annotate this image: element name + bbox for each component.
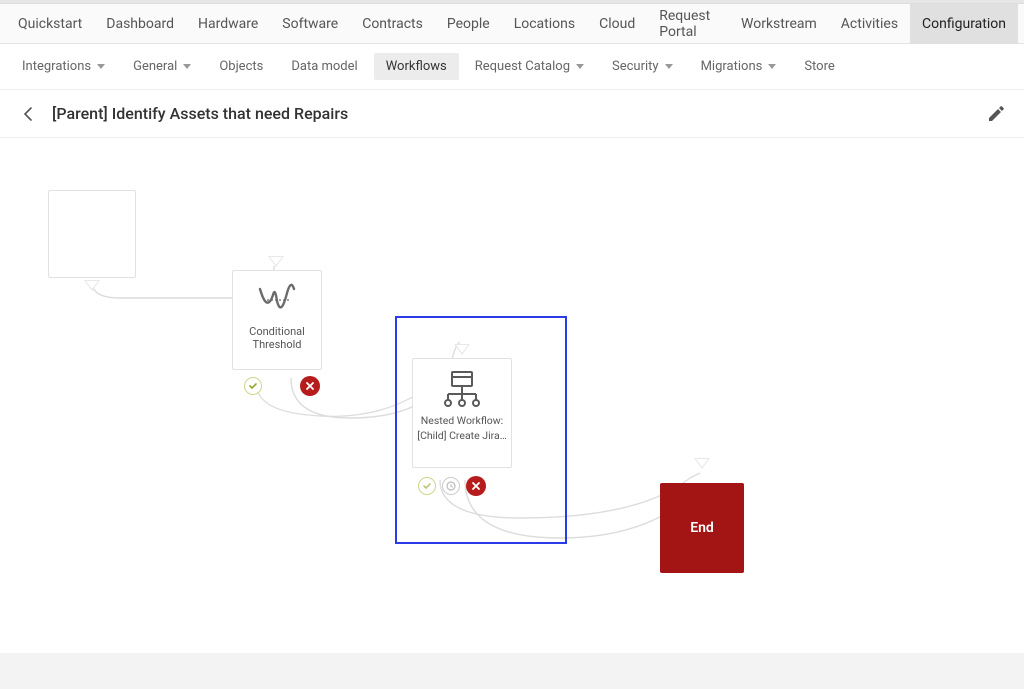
sub-tab-label: Store — [804, 59, 834, 74]
sub-tab-migrations[interactable]: Migrations — [689, 53, 789, 80]
main-tab-hardware[interactable]: Hardware — [186, 4, 270, 44]
threshold-icon — [256, 279, 298, 321]
sub-tab-store[interactable]: Store — [792, 53, 846, 80]
pencil-icon — [987, 105, 1005, 123]
fail-path-icon[interactable] — [300, 376, 320, 396]
connector-icon — [694, 458, 710, 469]
main-tab-cloud[interactable]: Cloud — [587, 4, 647, 44]
chevron-left-icon — [23, 107, 33, 121]
sub-nav: Integrations General Objects Data model Work… — [0, 44, 1024, 90]
title-bar: [Parent] Identify Assets that need Repai… — [0, 90, 1024, 138]
edges-layer — [0, 138, 1024, 633]
connector-icon — [84, 280, 100, 291]
chevron-down-icon — [183, 64, 191, 69]
main-tab-configuration[interactable]: Configuration — [910, 4, 1018, 44]
pending-path-icon[interactable] — [442, 477, 460, 495]
sub-tab-integrations[interactable]: Integrations — [10, 53, 117, 80]
main-nav: QuickstartDashboardHardwareSoftwareContr… — [0, 4, 1024, 44]
back-button[interactable] — [16, 102, 40, 126]
chevron-down-icon — [665, 64, 673, 69]
sub-tab-label: Security — [612, 59, 659, 74]
sub-tab-security[interactable]: Security — [600, 53, 685, 80]
sub-tab-workflows[interactable]: Workflows — [374, 53, 459, 80]
sub-tab-label: Workflows — [386, 59, 447, 74]
node-label: Conditional Threshold — [249, 325, 305, 351]
sub-tab-request-catalog[interactable]: Request Catalog — [463, 53, 596, 80]
node-title: Nested Workflow: — [417, 415, 507, 428]
chevron-down-icon — [97, 64, 105, 69]
main-tab-locations[interactable]: Locations — [502, 4, 587, 44]
sub-tab-label: Migrations — [701, 59, 763, 74]
page-title: [Parent] Identify Assets that need Repai… — [52, 104, 984, 123]
end-label: End — [690, 520, 714, 536]
end-node[interactable]: End — [660, 483, 744, 573]
fail-path-icon[interactable] — [466, 476, 486, 496]
main-tab-quickstart[interactable]: Quickstart — [6, 4, 94, 44]
workflow-icon — [438, 365, 486, 413]
main-tab-request-portal[interactable]: Request Portal — [647, 4, 729, 44]
nested-status-row — [418, 476, 486, 496]
conditional-threshold-node[interactable]: Conditional Threshold — [232, 270, 322, 370]
sub-tab-label: General — [133, 59, 177, 74]
connector-icon — [454, 344, 470, 355]
sub-tab-general[interactable]: General — [121, 53, 203, 80]
workflow-canvas[interactable]: Conditional Threshold — [0, 138, 1024, 633]
node-subtitle: [Child] Create Jira… — [413, 430, 510, 443]
start-node[interactable] — [48, 190, 136, 278]
footer-bar — [0, 653, 1024, 689]
chevron-down-icon — [768, 64, 776, 69]
connector-icon — [268, 256, 284, 267]
main-tab-people[interactable]: People — [435, 4, 502, 44]
edit-button[interactable] — [984, 102, 1008, 126]
success-path-icon[interactable] — [244, 377, 262, 395]
main-tab-dashboard[interactable]: Dashboard — [94, 4, 186, 44]
chevron-down-icon — [576, 64, 584, 69]
conditional-status-row — [244, 376, 320, 396]
sub-tab-objects[interactable]: Objects — [207, 53, 275, 80]
sub-tab-data-model[interactable]: Data model — [279, 53, 369, 80]
nested-workflow-node[interactable]: Nested Workflow: [Child] Create Jira… — [412, 358, 512, 468]
sub-tab-label: Request Catalog — [475, 59, 570, 74]
main-tab-software[interactable]: Software — [270, 4, 350, 44]
main-tab-activities[interactable]: Activities — [829, 4, 910, 44]
sub-tab-label: Objects — [219, 59, 263, 74]
main-tab-workstream[interactable]: Workstream — [729, 4, 829, 44]
sub-tab-label: Data model — [291, 59, 357, 74]
success-path-icon[interactable] — [418, 477, 436, 495]
main-tab-contracts[interactable]: Contracts — [350, 4, 435, 44]
sub-tab-label: Integrations — [22, 59, 91, 74]
